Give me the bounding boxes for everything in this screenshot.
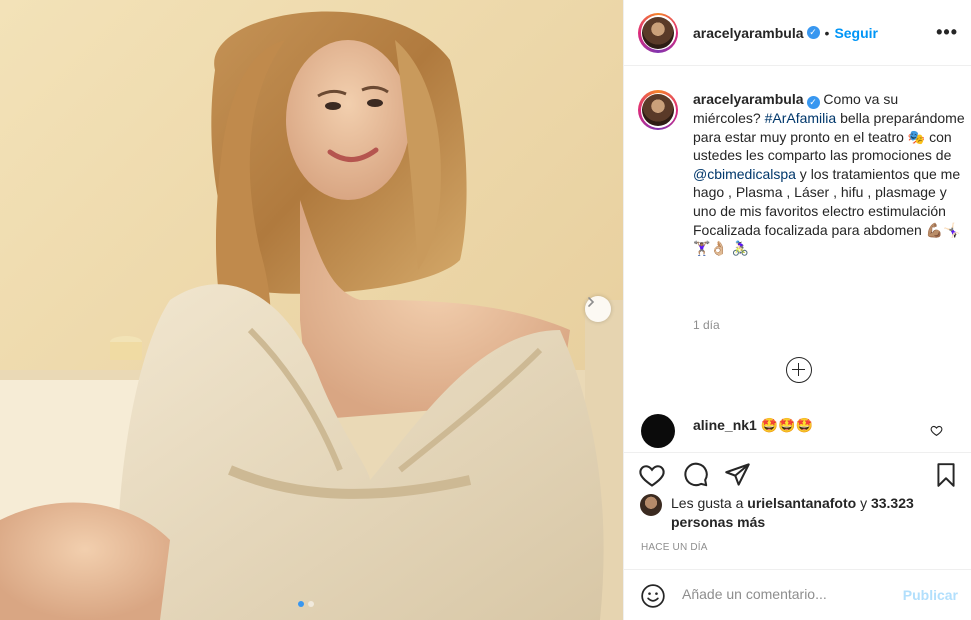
author-avatar[interactable]	[638, 12, 678, 53]
liker-avatar[interactable]	[640, 494, 662, 516]
more-options-icon[interactable]: •••	[936, 22, 958, 43]
author-username[interactable]: aracelyarambula	[693, 25, 804, 41]
comment-text: aline_nk1 🤩🤩🤩	[693, 417, 813, 434]
likes-middle: y	[856, 495, 871, 511]
emoji-smiley-icon[interactable]	[640, 583, 666, 609]
post-header: aracelyarambula ✓ • Seguir •••	[624, 0, 971, 66]
liker-username[interactable]: urielsantanafoto	[747, 495, 856, 511]
post-timestamp[interactable]: HACE UN DÍA	[641, 542, 708, 553]
carousel-indicator	[298, 601, 314, 607]
caption-author-avatar[interactable]	[638, 90, 678, 130]
caption-text: aracelyarambula ✓ Como va su miércoles? #…	[693, 90, 968, 258]
comment-body: 🤩🤩🤩	[760, 417, 814, 433]
comment-heart-icon[interactable]	[930, 424, 943, 437]
caption-time[interactable]: 1 día	[693, 318, 720, 332]
caption-block: aracelyarambula ✓ Como va su miércoles? #…	[638, 90, 968, 258]
load-more-comments-button[interactable]	[786, 357, 812, 383]
post-photo[interactable]	[0, 0, 623, 620]
likes-prefix: Les gusta a	[671, 495, 748, 511]
likes-summary: Les gusta a urielsantanafoto y 33.323 pe…	[640, 494, 960, 532]
chevron-right-icon	[588, 297, 595, 307]
caption-username[interactable]: aracelyarambula	[693, 91, 804, 107]
share-paper-plane-icon[interactable]	[724, 461, 751, 488]
save-bookmark-icon[interactable]	[933, 461, 959, 489]
like-heart-icon[interactable]	[638, 461, 666, 489]
commenter-username[interactable]: aline_nk1	[693, 417, 757, 433]
verified-badge-icon: ✓	[806, 96, 820, 109]
comment-item: aline_nk1 🤩🤩🤩	[638, 410, 968, 452]
comment-input[interactable]	[682, 586, 892, 602]
carousel-next-button[interactable]	[585, 296, 611, 322]
commenter-avatar[interactable]	[641, 414, 675, 448]
action-bar	[624, 452, 971, 494]
mention-link[interactable]: @cbimedicalspa	[693, 166, 796, 182]
post-sidebar: aracelyarambula ✓ • Seguir ••• aracelyar…	[623, 0, 971, 620]
header-separator: •	[824, 24, 830, 41]
likes-text: Les gusta a urielsantanafoto y 33.323 pe…	[671, 494, 960, 532]
publish-button[interactable]: Publicar	[903, 587, 958, 603]
add-comment-bar: Publicar	[624, 569, 971, 620]
verified-badge-icon: ✓	[806, 26, 820, 39]
photo-illustration	[0, 0, 623, 620]
comment-bubble-icon[interactable]	[682, 461, 709, 488]
carousel-dot	[298, 601, 304, 607]
follow-button[interactable]: Seguir	[834, 25, 878, 41]
carousel-dot	[308, 601, 314, 607]
hashtag-link[interactable]: #ArAfamilia	[765, 110, 837, 126]
